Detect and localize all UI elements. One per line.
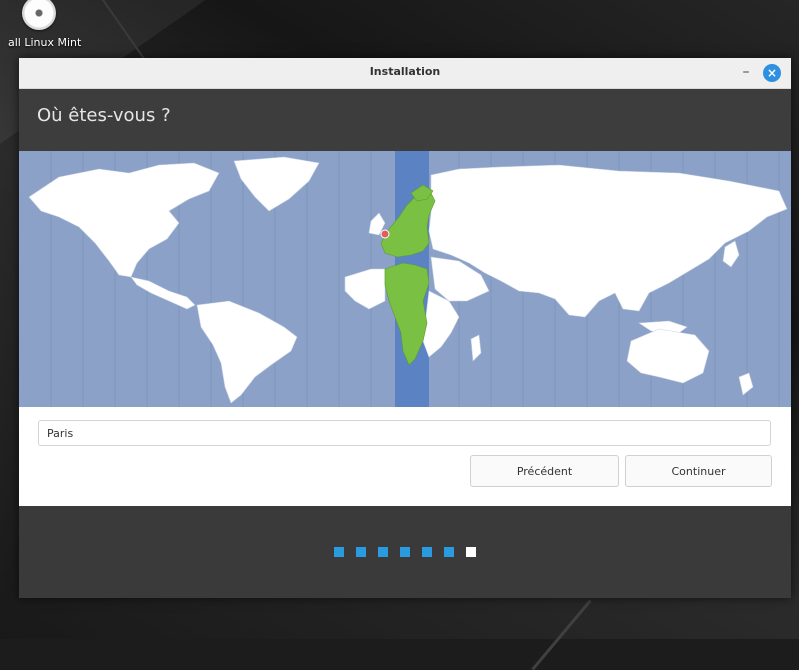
progress-step bbox=[400, 547, 410, 557]
desktop-icon-label: all Linux Mint bbox=[8, 36, 82, 49]
progress-step bbox=[422, 547, 432, 557]
progress-footer bbox=[19, 506, 791, 598]
timezone-map[interactable] bbox=[19, 151, 791, 407]
timezone-field[interactable] bbox=[38, 420, 771, 446]
disc-icon bbox=[22, 0, 56, 30]
location-marker bbox=[380, 229, 390, 239]
continue-button[interactable]: Continuer bbox=[625, 455, 772, 487]
minimize-button[interactable]: – bbox=[737, 62, 755, 82]
page-title: Où êtes-vous ? bbox=[37, 105, 171, 126]
progress-step bbox=[378, 547, 388, 557]
timezone-input[interactable] bbox=[39, 421, 770, 445]
progress-step bbox=[466, 547, 476, 557]
progress-indicator bbox=[334, 547, 476, 557]
progress-step bbox=[444, 547, 454, 557]
progress-step bbox=[356, 547, 366, 557]
installer-window: Installation – × Où êtes-vous ? Paris Pr… bbox=[19, 58, 791, 598]
close-button[interactable]: × bbox=[763, 64, 781, 82]
install-linux-mint-shortcut[interactable]: all Linux Mint bbox=[8, 0, 88, 58]
desktop-decoration bbox=[531, 599, 592, 670]
page-header: Où êtes-vous ? bbox=[19, 89, 791, 151]
window-titlebar[interactable]: Installation – × bbox=[19, 58, 791, 89]
window-title: Installation bbox=[369, 65, 441, 78]
progress-step bbox=[334, 547, 344, 557]
previous-button[interactable]: Précédent bbox=[470, 455, 619, 487]
world-map[interactable] bbox=[19, 151, 791, 407]
